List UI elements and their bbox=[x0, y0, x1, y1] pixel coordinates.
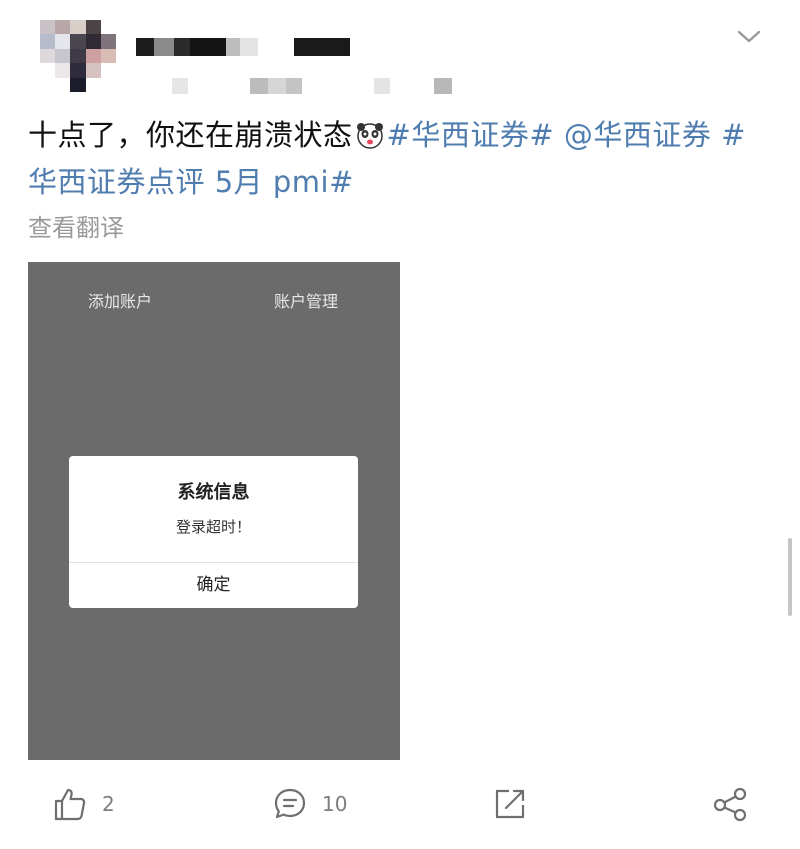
post-text-plain: 十点了，你还在崩溃状态 bbox=[28, 118, 353, 152]
post-meta-blurred bbox=[172, 78, 452, 94]
view-translation-link[interactable]: 查看翻译 bbox=[28, 208, 124, 243]
mention-link[interactable]: @华西证券 bbox=[564, 118, 712, 152]
like-button[interactable]: 2 bbox=[52, 786, 115, 822]
dialog-confirm-button: 确定 bbox=[196, 575, 231, 595]
chevron-down-icon[interactable] bbox=[735, 26, 763, 46]
panda-face-emoji-icon bbox=[356, 123, 383, 149]
hashtag-link-start[interactable]: # bbox=[721, 118, 746, 152]
like-count: 2 bbox=[102, 792, 115, 816]
share-button[interactable] bbox=[712, 786, 750, 822]
username-blurred[interactable] bbox=[136, 38, 350, 56]
share-icon bbox=[713, 787, 747, 822]
comment-button[interactable]: 10 bbox=[272, 786, 347, 822]
hashtag-link[interactable]: #华西证券# bbox=[387, 118, 555, 152]
action-bar: 2 10 bbox=[0, 786, 800, 836]
post-text: 十点了，你还在崩溃状态 #华西证券# @华西证券 # 华西证券点评 5月 pmi… bbox=[28, 112, 778, 206]
repost-button[interactable] bbox=[492, 786, 528, 822]
add-account-tab: 添加账户 bbox=[88, 292, 153, 311]
post-image[interactable]: 添加账户 账户管理 系统信息 登录超时！ 确定 bbox=[28, 262, 400, 760]
avatar[interactable] bbox=[40, 20, 116, 92]
scrollbar[interactable] bbox=[788, 538, 792, 616]
comment-icon bbox=[274, 788, 306, 819]
comment-count: 10 bbox=[322, 792, 348, 816]
system-info-dialog: 系统信息 登录超时！ 确定 bbox=[69, 456, 358, 608]
thumbs-up-icon bbox=[54, 788, 86, 821]
account-management-tab: 账户管理 bbox=[274, 292, 339, 311]
dialog-message: 登录超时！ bbox=[175, 518, 251, 536]
repost-icon bbox=[495, 789, 525, 819]
dialog-title: 系统信息 bbox=[177, 482, 250, 503]
hashtag-link[interactable]: 华西证券点评 5月 pmi# bbox=[28, 165, 354, 199]
